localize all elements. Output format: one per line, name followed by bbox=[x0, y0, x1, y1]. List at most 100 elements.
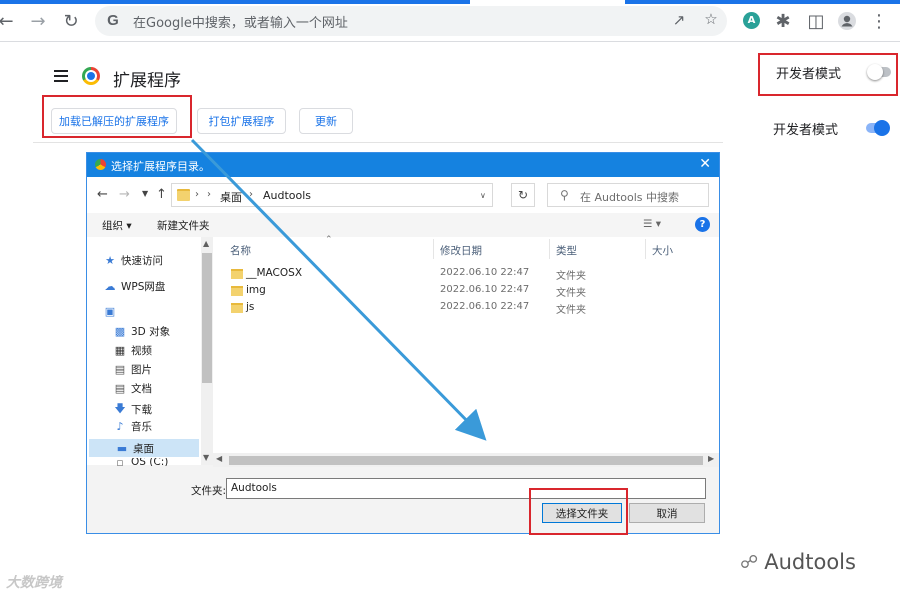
path-dropdown-icon[interactable]: ∨ bbox=[480, 191, 486, 200]
scroll-left-icon[interactable]: ◀ bbox=[216, 454, 222, 463]
nav-pane-scrollbar[interactable]: ▲ ▼ bbox=[201, 237, 213, 465]
tab-strip-right bbox=[625, 0, 900, 4]
cancel-button[interactable]: 取消 bbox=[629, 503, 705, 523]
dev-mode-toggle-on[interactable] bbox=[866, 120, 890, 136]
search-icon: ⚲ bbox=[560, 188, 569, 202]
nav-item-pictures[interactable]: ▤ 图片 bbox=[113, 362, 152, 377]
picture-icon: ▤ bbox=[114, 363, 126, 376]
hamburger-menu-icon[interactable] bbox=[54, 70, 68, 82]
nav-item-label: OS (C:) bbox=[131, 458, 169, 466]
nav-item-music[interactable]: ♪ 音乐 bbox=[113, 419, 152, 434]
scrollbar-thumb[interactable] bbox=[229, 456, 703, 465]
address-path-box[interactable]: › › 桌面 › Audtools ∨ bbox=[171, 183, 493, 207]
column-size[interactable]: 大小 bbox=[652, 243, 673, 258]
nav-item-label: 桌面 bbox=[133, 442, 154, 455]
back-icon[interactable]: ← bbox=[0, 9, 18, 33]
document-icon: ▤ bbox=[114, 382, 126, 395]
dialog-nav-bar: ← → ▼ ↑ › › 桌面 › Audtools ∨ ↻ ⚲ 在 Audtoo… bbox=[87, 177, 719, 213]
file-list-hscrollbar[interactable]: ◀ ▶ bbox=[213, 453, 719, 467]
nav-item-label: 3D 对象 bbox=[131, 326, 171, 338]
file-type: 文件夹 bbox=[556, 271, 586, 282]
file-list-pane: ⌃ 名称 修改日期 类型 大小 __MACOSX 2022.06.10 22:4… bbox=[213, 235, 719, 465]
desktop-icon: ▬ bbox=[116, 441, 128, 455]
up-arrow-icon[interactable]: ↑ bbox=[156, 187, 167, 202]
view-options-icon[interactable]: ☰ ▾ bbox=[643, 218, 661, 230]
nav-item-label: 文档 bbox=[131, 383, 152, 395]
address-bar[interactable]: G 在Google中搜索，或者输入一个网址 bbox=[95, 6, 727, 36]
recent-dropdown-icon[interactable]: ▼ bbox=[142, 189, 148, 198]
dialog-nav-pane: ★ 快速访问 ☁ WPS网盘 ▣ ▩ 3D 对象 ▦ 视频 ▤ 图片 ▤ 文档 🡇 下载 ♪ 音… bbox=[87, 237, 211, 466]
chrome-logo-icon bbox=[82, 67, 100, 85]
file-modified: 2022.06.10 22:47 bbox=[440, 267, 530, 278]
browser-toolbar: ← → ↻ G 在Google中搜索，或者输入一个网址 ↗ ☆ A ✱ ◫ ⋮ bbox=[0, 0, 900, 42]
nav-item-3d-objects[interactable]: ▩ 3D 对象 bbox=[113, 324, 170, 339]
folder-name-input[interactable]: Audtools bbox=[226, 478, 706, 499]
close-icon[interactable]: ✕ bbox=[699, 156, 711, 172]
nav-item-desktop[interactable]: ▬ 桌面 bbox=[89, 439, 199, 457]
scrollbar-thumb[interactable] bbox=[202, 253, 212, 383]
active-tab-strip bbox=[0, 0, 470, 4]
bookmark-star-icon[interactable]: ☆ bbox=[701, 10, 721, 28]
side-panel-icon[interactable]: ◫ bbox=[804, 9, 828, 33]
video-icon: ▦ bbox=[114, 344, 126, 357]
folder-icon bbox=[231, 286, 243, 296]
new-folder-button[interactable]: 新建文件夹 bbox=[157, 218, 210, 233]
extension-a-icon[interactable]: A bbox=[743, 12, 760, 29]
folder-icon bbox=[231, 303, 243, 313]
refresh-icon[interactable]: ↻ bbox=[511, 183, 535, 207]
scroll-up-icon[interactable]: ▲ bbox=[203, 239, 209, 248]
crumb-separator: › bbox=[207, 189, 211, 200]
dialog-search-input[interactable]: ⚲ 在 Audtools 中搜索 bbox=[547, 183, 709, 207]
nav-item-this-pc[interactable]: ▣ bbox=[103, 305, 121, 318]
file-row[interactable]: __MACOSX 2022.06.10 22:47 文件夹 bbox=[213, 266, 719, 282]
cloud-icon: ☁ bbox=[104, 280, 116, 293]
pack-extension-button[interactable]: 打包扩展程序 bbox=[197, 108, 286, 134]
file-row[interactable]: js 2022.06.10 22:47 文件夹 bbox=[213, 300, 719, 316]
screenshot-root: ← → ↻ G 在Google中搜索，或者输入一个网址 ↗ ☆ A ✱ ◫ ⋮ … bbox=[0, 0, 900, 600]
select-folder-dialog: 选择扩展程序目录。 ✕ ← → ▼ ↑ › › 桌面 › Audtools ∨ … bbox=[86, 152, 720, 534]
file-type: 文件夹 bbox=[556, 288, 586, 299]
nav-item-downloads[interactable]: 🡇 下载 bbox=[113, 400, 152, 419]
crumb-audtools[interactable]: Audtools bbox=[263, 189, 311, 202]
crumb-desktop[interactable]: 桌面 bbox=[220, 189, 242, 205]
file-modified: 2022.06.10 22:47 bbox=[440, 301, 530, 312]
nav-item-quick-access[interactable]: ★ 快速访问 bbox=[103, 253, 163, 268]
help-icon[interactable]: ? bbox=[695, 217, 710, 232]
file-row[interactable]: img 2022.06.10 22:47 文件夹 bbox=[213, 283, 719, 299]
chrome-small-icon bbox=[95, 159, 106, 170]
scroll-down-icon[interactable]: ▼ bbox=[203, 453, 209, 462]
menu-kebab-icon[interactable]: ⋮ bbox=[867, 9, 891, 33]
music-icon: ♪ bbox=[116, 420, 124, 433]
update-button[interactable]: 更新 bbox=[299, 108, 353, 134]
back-arrow-icon[interactable]: ← bbox=[97, 187, 108, 202]
folder-icon bbox=[177, 189, 190, 201]
file-name: js bbox=[246, 301, 255, 313]
nav-item-videos[interactable]: ▦ 视频 bbox=[113, 343, 152, 358]
forward-icon[interactable]: → bbox=[26, 9, 50, 33]
column-modified[interactable]: 修改日期 bbox=[440, 243, 482, 258]
nav-item-os-drive[interactable]: ▫ OS (C:) bbox=[113, 458, 168, 466]
extensions-puzzle-icon[interactable]: ✱ bbox=[771, 9, 795, 33]
column-name[interactable]: 名称 bbox=[230, 243, 251, 258]
share-icon[interactable]: ↗ bbox=[669, 11, 689, 29]
reload-icon[interactable]: ↻ bbox=[59, 9, 83, 33]
column-type[interactable]: 类型 bbox=[556, 243, 577, 258]
folder-field-label: 文件夹: bbox=[191, 485, 227, 497]
nav-item-wps-cloud[interactable]: ☁ WPS网盘 bbox=[103, 279, 166, 294]
cube-icon: ▩ bbox=[114, 325, 126, 338]
forward-arrow-icon[interactable]: → bbox=[119, 187, 130, 202]
organize-menu[interactable]: 组织 ▾ bbox=[102, 218, 132, 233]
file-name: __MACOSX bbox=[246, 267, 303, 279]
profile-avatar-icon[interactable] bbox=[835, 9, 859, 33]
drive-icon: ▫ bbox=[116, 458, 124, 466]
nav-item-documents[interactable]: ▤ 文档 bbox=[113, 381, 152, 396]
highlight-box-select-folder bbox=[529, 488, 628, 535]
column-separator bbox=[645, 239, 646, 259]
address-bar-placeholder: 在Google中搜索，或者输入一个网址 bbox=[133, 15, 348, 31]
nav-item-label: 图片 bbox=[131, 364, 152, 376]
nav-item-label: 快速访问 bbox=[121, 255, 163, 267]
column-separator bbox=[549, 239, 550, 259]
scroll-right-icon[interactable]: ▶ bbox=[708, 454, 714, 463]
watermark-text: Audtools bbox=[764, 550, 856, 574]
highlight-box-load-unpacked bbox=[42, 95, 192, 138]
